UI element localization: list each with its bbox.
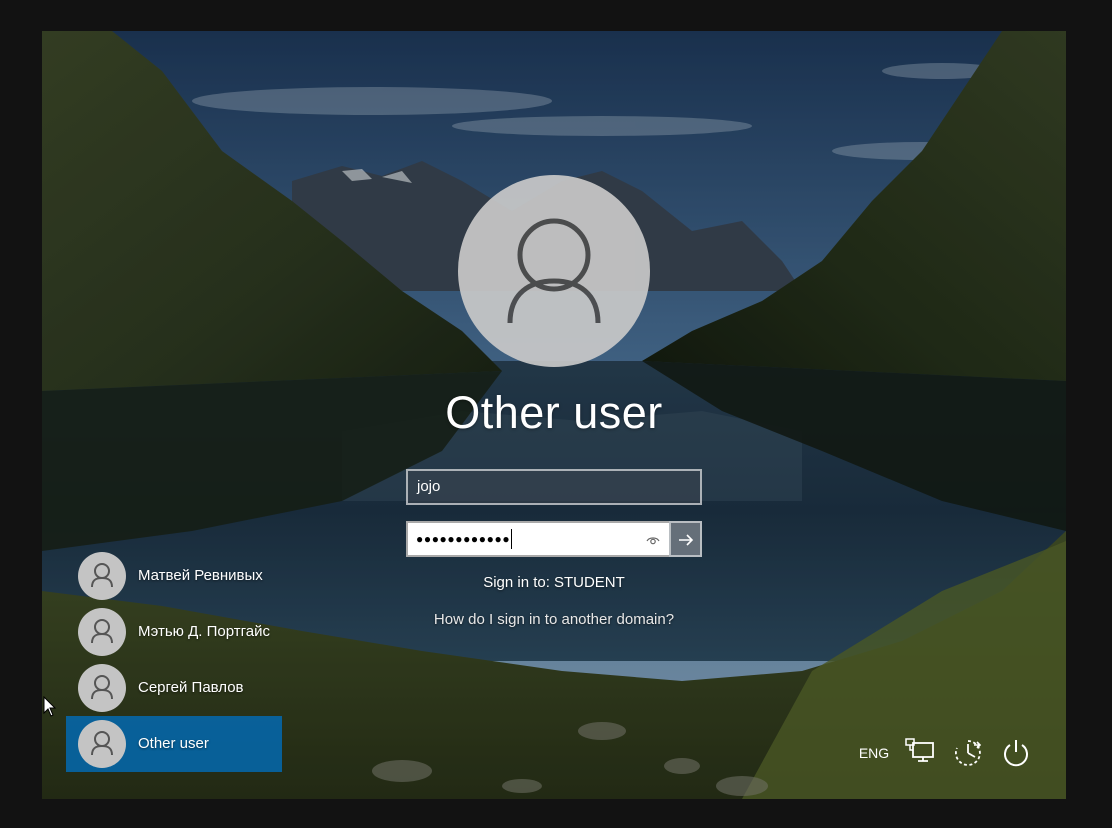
network-icon [905,738,934,762]
user-list-item[interactable]: Мэтью Д. Портгайс [66,604,282,660]
reveal-password-icon[interactable] [645,532,661,548]
ease-of-access-button[interactable] [948,735,988,771]
username-input[interactable]: jojo [406,469,702,505]
signin-prefix: Sign in to: [483,574,550,591]
user-name: Сергей Павлов [138,679,244,696]
password-row: ●●●●●●●●●●●● [406,521,702,557]
user-list-item[interactable]: Матвей Ревнивых [66,548,282,604]
login-screen: Other user jojo ●●●●●●●●●●●● Sign in to:… [42,31,1066,799]
user-icon [91,563,113,588]
user-list-item[interactable]: Сергей Павлов [66,660,282,716]
user-list: Матвей Ревнивых Мэтью Д. Портгайс Сергей… [66,548,282,772]
user-icon [91,675,113,700]
avatar [78,552,126,600]
user-icon [91,619,113,644]
user-icon [507,218,601,324]
user-name: Матвей Ревнивых [138,567,263,584]
domain-help-link[interactable]: How do I sign in to another domain? [354,611,754,628]
user-icon [91,731,113,756]
submit-button[interactable] [669,521,702,557]
text-caret [511,529,513,550]
avatar [78,664,126,712]
user-list-item-selected[interactable]: Other user [66,716,282,772]
network-button[interactable] [900,735,940,771]
power-icon [1004,740,1028,767]
arrow-right-icon [679,534,694,546]
password-input[interactable]: ●●●●●●●●●●●● [406,521,669,557]
language-indicator[interactable]: ENG [850,735,898,771]
user-name: Мэтью Д. Портгайс [138,623,270,640]
mouse-pointer-icon [43,696,57,717]
power-button[interactable] [996,735,1036,771]
signin-domain-text: Sign in to: STUDENT [354,574,754,591]
avatar [78,608,126,656]
user-avatar-large [458,175,650,367]
ease-of-access-icon [955,740,982,766]
avatar [78,720,126,768]
signin-domain: STUDENT [553,574,625,591]
user-name: Other user [138,735,209,752]
password-mask: ●●●●●●●●●●●● [416,532,511,547]
user-display-name: Other user [445,387,663,438]
